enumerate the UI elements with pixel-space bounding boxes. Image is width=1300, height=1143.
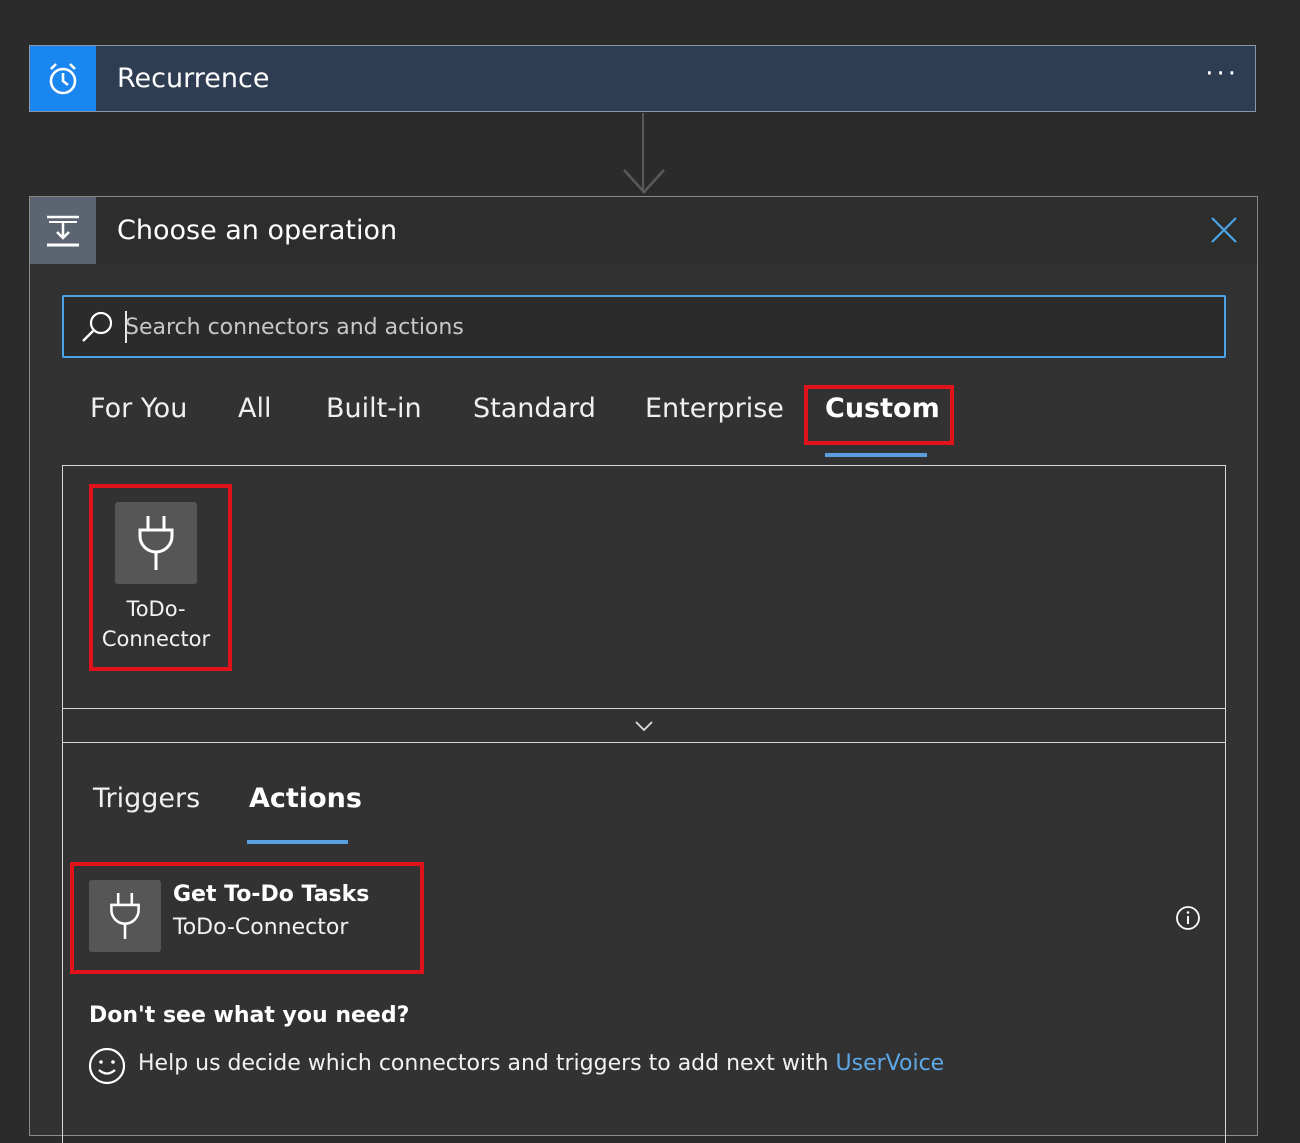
smiley-icon [88,1047,126,1085]
search-input[interactable] [124,306,1205,348]
search-box[interactable] [62,295,1226,358]
alarm-clock-icon [30,46,96,111]
tab-for-you[interactable]: For You [90,393,187,424]
flow-arrow-icon [623,169,665,194]
connector-list: ToDo- Connector [62,465,1226,709]
info-icon[interactable] [1175,905,1201,931]
custom-tab-highlight [804,385,954,445]
tab-enterprise[interactable]: Enterprise [645,393,784,424]
tab-all[interactable]: All [238,393,271,424]
tab-triggers[interactable]: Triggers [93,783,200,814]
recurrence-card[interactable]: Recurrence ··· [29,45,1256,112]
action-highlight [70,862,424,974]
active-tab-indicator [825,453,927,457]
help-heading: Don't see what you need? [89,1003,410,1028]
tab-built-in[interactable]: Built-in [326,393,422,424]
trigger-title: Recurrence [117,63,270,94]
operation-title: Choose an operation [117,215,398,246]
close-icon[interactable] [1209,215,1239,245]
connector-highlight [89,484,232,671]
uservoice-link[interactable]: UserVoice [836,1051,945,1076]
help-text: Help us decide which connectors and trig… [138,1051,944,1076]
tab-standard[interactable]: Standard [473,393,596,424]
choose-operation-panel: Choose an operation For You All Built-in… [29,196,1258,1143]
tab-actions[interactable]: Actions [249,783,362,814]
actions-section: Triggers Actions Get To-Do Tasks ToDo-Co… [62,743,1226,1143]
insert-operation-icon [30,197,96,264]
chevron-down-icon [635,720,653,731]
active-subtab-indicator [247,840,348,844]
operation-header: Choose an operation [30,197,1257,264]
search-icon [82,311,113,342]
expand-connectors-button[interactable] [62,709,1226,743]
help-text-body: Help us decide which connectors and trig… [138,1051,836,1076]
more-options-icon[interactable]: ··· [1205,46,1239,111]
